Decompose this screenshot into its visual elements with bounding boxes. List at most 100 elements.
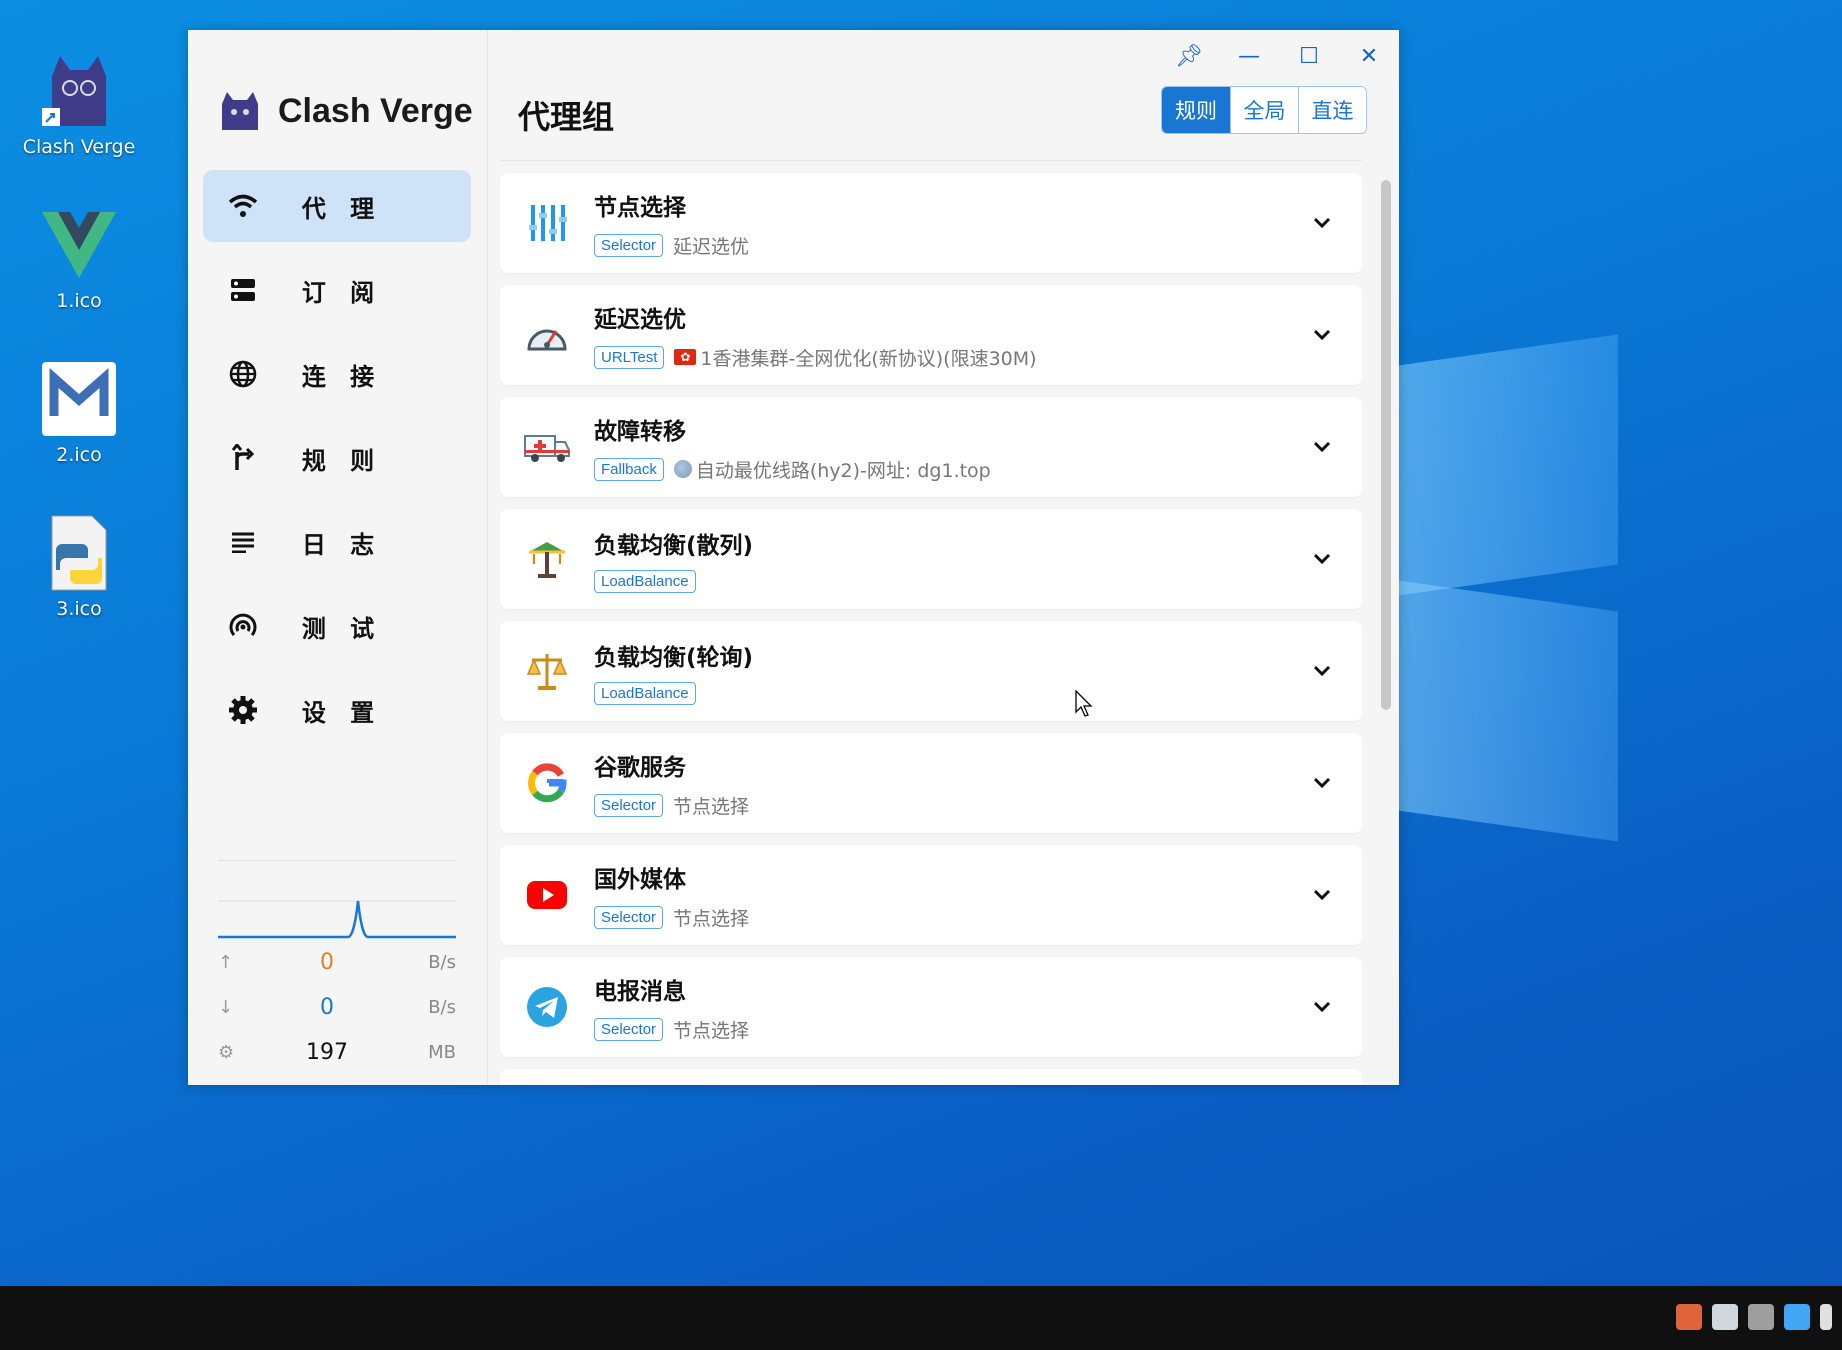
mode-rule-button[interactable]: 规则 [1162, 87, 1230, 133]
scrollbar[interactable] [1381, 180, 1391, 710]
proxy-group-card-partial[interactable] [500, 1069, 1362, 1085]
maximize-icon[interactable]: ☐ [1297, 44, 1321, 69]
chevron-down-icon [1313, 1001, 1331, 1013]
nav-label: 连 接 [301, 362, 383, 391]
proxy-group-card[interactable]: 电报消息 Selector 节点选择 [500, 957, 1362, 1057]
vue-logo-icon [40, 206, 118, 284]
mail-m-icon [40, 360, 118, 438]
group-current-node: 节点选择 [673, 907, 750, 930]
nav-label: 设 置 [301, 698, 383, 727]
nav-label: 规 则 [301, 446, 383, 475]
proxy-group-card[interactable]: 谷歌服务 Selector 节点选择 [500, 733, 1362, 833]
group-type-tag: LoadBalance [594, 569, 696, 593]
page-title: 代理组 [518, 98, 615, 136]
upload-value: 0 [320, 950, 334, 975]
nav-label: 测 试 [301, 614, 383, 643]
group-current-node: 节点选择 [673, 795, 750, 818]
nav-label: 日 志 [301, 530, 383, 559]
arrow-up-icon: ↑ [218, 952, 234, 973]
chevron-down-icon [1313, 777, 1331, 789]
telegram-icon [527, 987, 567, 1027]
upload-unit: B/s [428, 952, 456, 973]
windows-logo-wallpaper [1398, 310, 1618, 842]
sidebar: Clash Verge 代 理 订 阅 连 接 规 则 日 志 测 试 设 置 … [188, 30, 488, 1085]
nav-item-logs[interactable]: 日 志 [203, 506, 471, 578]
group-name: 负载均衡(轮询) [594, 644, 754, 671]
group-name: 负载均衡(散列) [594, 532, 754, 559]
group-type-tag: Selector [594, 793, 664, 817]
group-type-tag: URLTest [594, 345, 665, 369]
group-name: 故障转移 [594, 418, 686, 445]
mouse-cursor-icon [1075, 690, 1093, 717]
chevron-down-icon [1313, 553, 1331, 565]
youtube-icon [527, 881, 567, 909]
google-icon [527, 763, 567, 803]
desktop-icon-2-ico[interactable]: 2.ico [20, 360, 138, 466]
proxy-group-card[interactable]: 负载均衡(轮询) LoadBalance [500, 621, 1362, 721]
proxy-group-card[interactable]: 负载均衡(散列) LoadBalance [500, 509, 1362, 609]
chevron-down-icon [1313, 889, 1331, 901]
nav-label: 订 阅 [301, 278, 383, 307]
taskbar [0, 1286, 1842, 1350]
nav-item-subscription[interactable]: 订 阅 [203, 254, 471, 326]
group-type-tag: Selector [594, 233, 664, 257]
nav-item-connections[interactable]: 连 接 [203, 338, 471, 410]
desktop-icon-label: 2.ico [56, 444, 102, 466]
clash-cat-icon [40, 52, 118, 130]
desktop-icon-label: 1.ico [56, 290, 102, 312]
group-type-tag: Selector [594, 1017, 664, 1041]
desktop-icon-3-ico[interactable]: 3.ico [20, 514, 138, 620]
ambulance-icon [524, 435, 570, 462]
network-tray-icon[interactable] [1784, 1304, 1810, 1330]
chevron-down-icon [1313, 329, 1331, 341]
group-name: 国外媒体 [594, 866, 686, 893]
proxy-group-card[interactable]: 国外媒体 Selector 节点选择 [500, 845, 1362, 945]
system-tray [1676, 1304, 1832, 1330]
window-controls: 📌︎ — ☐ ✕ [1175, 44, 1381, 69]
traffic-panel: ↑ 0 B/s ↓ 0 B/s ⚙ 197 MB [218, 860, 456, 1075]
proxy-group-card[interactable]: 节点选择 Selector 延迟选优 [500, 173, 1362, 273]
gear-icon [229, 696, 257, 724]
hk-flag-icon: ✿ [674, 349, 697, 365]
carousel-icon [529, 542, 565, 578]
nav-item-rules[interactable]: 规 则 [203, 422, 471, 494]
overflow-tray-icon[interactable] [1820, 1304, 1832, 1330]
proxy-group-card[interactable]: 延迟选优 URLTest ✿ 1香港集群-全网优化(新协议)(限速30M) [500, 285, 1362, 385]
proxy-group-card[interactable]: 故障转移 Fallback 自动最优线路(hy2)-网址: dg1.top [500, 397, 1362, 497]
chevron-down-icon [1313, 217, 1331, 229]
radar-icon [229, 613, 257, 636]
group-current-node: 节点选择 [673, 1019, 750, 1042]
chevron-down-icon [1313, 665, 1331, 677]
nav-item-settings[interactable]: 设 置 [203, 674, 471, 746]
app-logo: Clash Verge [218, 90, 473, 132]
group-name: 电报消息 [594, 978, 686, 1005]
memory-unit: MB [428, 1042, 456, 1063]
pin-icon[interactable]: 📌︎ [1175, 44, 1203, 69]
wifi-icon [228, 194, 258, 217]
group-type-tag: Fallback [594, 457, 664, 481]
usb-tray-icon[interactable] [1748, 1304, 1774, 1330]
upload-row: ↑ 0 B/s [218, 940, 456, 985]
nav-item-test[interactable]: 测 试 [203, 590, 471, 662]
clash-cat-logo-icon [222, 92, 258, 130]
desktop-icon-1-ico[interactable]: 1.ico [20, 206, 138, 312]
group-current-node: 自动最优线路(hy2)-网址: dg1.top [695, 459, 991, 482]
minimize-icon[interactable]: — [1237, 44, 1261, 69]
screen-tray-icon[interactable] [1712, 1304, 1738, 1330]
nav-item-proxy[interactable]: 代 理 [203, 170, 471, 242]
nav-label: 代 理 [301, 194, 383, 223]
group-name: 谷歌服务 [594, 754, 686, 781]
group-type-tag: Selector [594, 905, 664, 929]
clash-verge-window: Clash Verge 代 理 订 阅 连 接 规 则 日 志 测 试 设 置 … [188, 30, 1399, 1085]
mode-direct-button[interactable]: 直连 [1298, 87, 1366, 133]
arrow-down-icon: ↓ [218, 997, 234, 1018]
chevron-down-icon [1313, 441, 1331, 453]
globe-icon [229, 360, 257, 388]
desktop-icon-clash-verge[interactable]: Clash Verge [20, 52, 138, 158]
download-value: 0 [320, 995, 334, 1020]
sidebar-nav: 代 理 订 阅 连 接 规 则 日 志 测 试 设 置 [203, 170, 471, 758]
mode-global-button[interactable]: 全局 [1230, 87, 1298, 133]
clash-tray-icon[interactable] [1676, 1304, 1702, 1330]
close-icon[interactable]: ✕ [1357, 44, 1381, 69]
desktop-icon-label: 3.ico [56, 598, 102, 620]
